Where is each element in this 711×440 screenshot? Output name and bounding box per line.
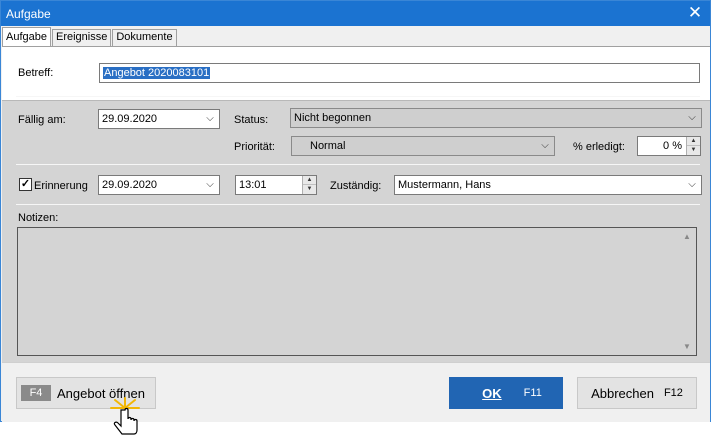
erledigt-stepper[interactable]: 0 % ▲ ▼	[637, 136, 701, 156]
erledigt-value: 0 %	[663, 140, 682, 152]
abbrechen-button[interactable]: Abbrechen F12	[577, 377, 697, 409]
task-dialog: Aufgabe ✕ Aufgabe Ereignisse Dokumente B…	[0, 0, 711, 422]
arrow-down-icon[interactable]: ▼	[303, 185, 316, 194]
status-value: Nicht begonnen	[294, 112, 372, 124]
erinnerung-time-stepper[interactable]: 13:01 ▲ ▼	[235, 175, 317, 195]
zustaendig-value: Mustermann, Hans	[398, 179, 491, 191]
shortcut-badge: F4	[21, 385, 51, 401]
chevron-down-icon[interactable]: ⌵	[204, 176, 216, 194]
scroll-down-icon[interactable]: ▼	[683, 342, 691, 351]
chevron-down-icon[interactable]: ⌵	[539, 137, 551, 155]
abbrechen-button-label: Abbrechen	[591, 385, 654, 401]
divider	[16, 164, 700, 165]
betreff-input[interactable]: Angebot 2020083101	[99, 63, 700, 83]
scroll-up-icon[interactable]: ▲	[683, 232, 691, 241]
faellig-label: Fällig am:	[18, 114, 66, 126]
subject-pane: Betreff: Angebot 2020083101	[2, 46, 710, 100]
faellig-value: 29.09.2020	[102, 113, 158, 125]
arrow-down-icon[interactable]: ▼	[687, 146, 700, 155]
betreff-label: Betreff:	[18, 67, 54, 79]
ok-button-label: OK	[482, 385, 502, 401]
window-title: Aufgabe	[6, 7, 51, 21]
zustaendig-label: Zuständig:	[330, 180, 382, 192]
chevron-down-icon[interactable]: ⌵	[204, 110, 216, 128]
tab-dokumente[interactable]: Dokumente	[112, 29, 177, 46]
chevron-down-icon[interactable]: ⌵	[686, 109, 698, 127]
erinnerung-date-picker[interactable]: 29.09.2020 ⌵	[98, 175, 220, 195]
abbrechen-shortcut: F12	[663, 387, 683, 399]
erinnerung-time: 13:01	[239, 179, 267, 191]
arrow-up-icon[interactable]: ▲	[687, 137, 700, 146]
erinnerung-checkbox[interactable]: ✓	[19, 178, 32, 191]
stepper-buttons: ▲ ▼	[302, 176, 316, 194]
divider	[16, 204, 700, 205]
prioritaet-value: Normal	[310, 140, 346, 152]
status-label: Status:	[234, 114, 269, 126]
ok-button[interactable]: OK F11	[449, 377, 563, 409]
erledigt-label: % erledigt:	[573, 141, 625, 153]
prioritaet-label: Priorität:	[234, 141, 275, 153]
tab-ereignisse[interactable]: Ereignisse	[51, 29, 112, 46]
title-bar: Aufgabe ✕	[1, 1, 710, 26]
tab-aufgabe[interactable]: Aufgabe	[2, 27, 51, 46]
chevron-down-icon[interactable]: ⌵	[686, 176, 698, 194]
faellig-date-picker[interactable]: 29.09.2020 ⌵	[98, 109, 220, 129]
notizen-textarea[interactable]: ▲ ▼	[17, 227, 697, 356]
erinnerung-date: 29.09.2020	[102, 179, 158, 191]
arrow-up-icon[interactable]: ▲	[303, 176, 316, 185]
stepper-buttons: ▲ ▼	[686, 137, 700, 155]
close-icon[interactable]: ✕	[686, 3, 704, 23]
erinnerung-label: Erinnerung	[34, 180, 88, 192]
notes-scrollbar[interactable]: ▲ ▼	[680, 228, 696, 355]
hand-cursor-icon	[110, 397, 140, 435]
tab-strip: Aufgabe Ereignisse Dokumente	[2, 27, 178, 46]
divider	[16, 96, 700, 97]
prioritaet-select[interactable]: Normal ⌵	[291, 136, 555, 156]
zustaendig-select[interactable]: Mustermann, Hans ⌵	[394, 175, 702, 195]
status-select[interactable]: Nicht begonnen ⌵	[290, 108, 702, 128]
betreff-value: Angebot 2020083101	[103, 67, 211, 79]
notizen-label: Notizen:	[18, 212, 59, 224]
ok-shortcut: F11	[523, 387, 542, 399]
